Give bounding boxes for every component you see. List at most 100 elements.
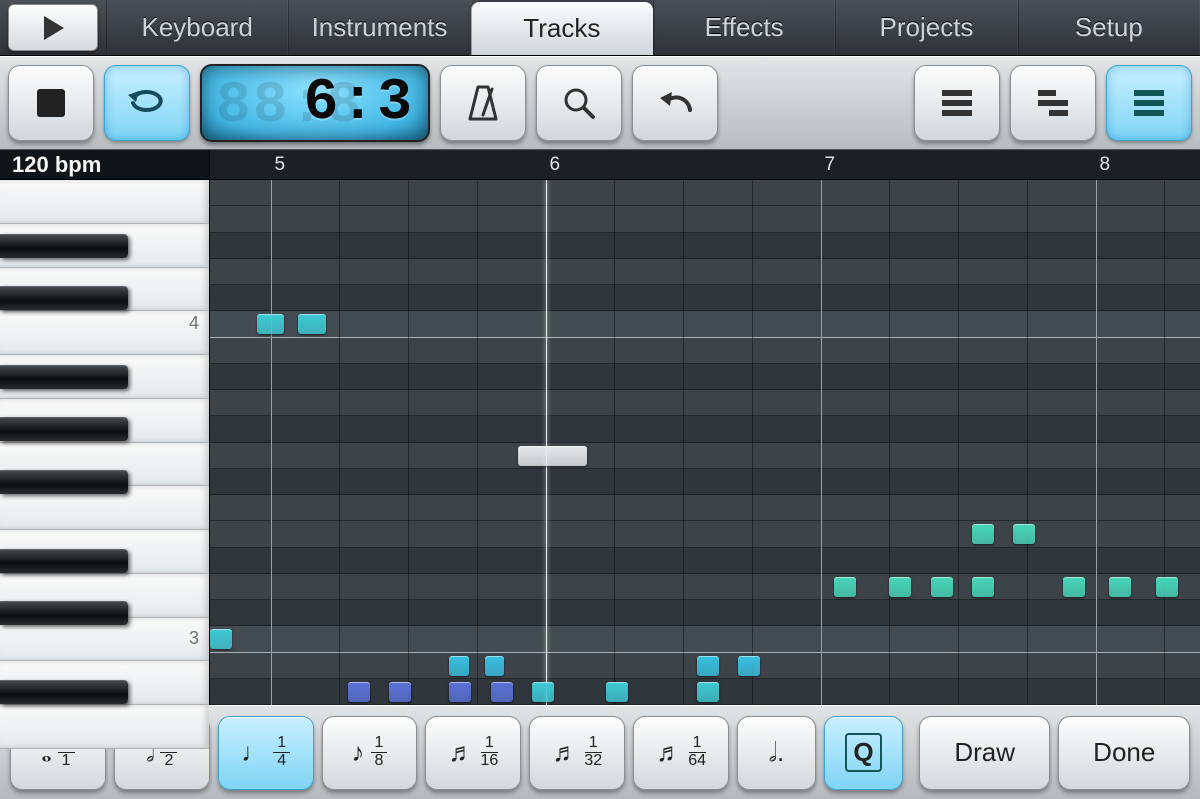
note[interactable] xyxy=(606,682,628,702)
note[interactable] xyxy=(1156,577,1178,597)
grid-row xyxy=(210,285,1200,311)
display-ghost: 88:8 xyxy=(216,74,363,139)
tab-instruments[interactable]: Instruments xyxy=(288,0,470,55)
quantize-icon: Q xyxy=(845,733,881,772)
note[interactable] xyxy=(1109,577,1131,597)
grid-row xyxy=(210,548,1200,574)
note[interactable] xyxy=(1013,524,1035,544)
note-glyph: ♩ xyxy=(241,737,267,768)
position-display[interactable]: 88:8 6:3 xyxy=(200,64,430,142)
beat-line xyxy=(614,180,615,705)
octave-label: 4 xyxy=(189,313,199,334)
note[interactable] xyxy=(348,682,370,702)
note[interactable] xyxy=(210,629,232,649)
bpm-display[interactable]: 120 bpm xyxy=(0,150,210,179)
note-length-1-4[interactable]: ♩14 xyxy=(218,716,314,790)
zoom-button[interactable] xyxy=(536,65,622,141)
note[interactable] xyxy=(889,577,911,597)
beat-line xyxy=(339,180,340,705)
note[interactable] xyxy=(449,656,468,676)
quantize-button[interactable]: Q xyxy=(824,716,903,790)
stop-button[interactable] xyxy=(8,65,94,141)
note[interactable] xyxy=(485,656,504,676)
metronome-icon xyxy=(466,83,500,123)
note-fraction: 116 xyxy=(480,735,498,770)
grid-row xyxy=(210,443,1200,469)
note[interactable] xyxy=(449,682,471,702)
note[interactable] xyxy=(972,577,994,597)
grid-row xyxy=(210,574,1200,600)
note[interactable] xyxy=(298,314,326,334)
grid-row xyxy=(210,180,1200,206)
black-key[interactable] xyxy=(0,549,128,573)
black-key[interactable] xyxy=(0,601,128,625)
grid-row xyxy=(210,390,1200,416)
tab-tracks[interactable]: Tracks xyxy=(471,2,653,55)
piano-keys[interactable]: 43 xyxy=(0,180,210,705)
note-fraction: 18 xyxy=(371,735,388,770)
octave-label: 3 xyxy=(189,628,199,649)
black-key[interactable] xyxy=(0,680,128,704)
white-key[interactable] xyxy=(0,311,209,355)
bar-label: 6 xyxy=(550,154,561,176)
black-key[interactable] xyxy=(0,365,128,389)
note[interactable] xyxy=(697,656,719,676)
note[interactable] xyxy=(931,577,953,597)
white-key[interactable] xyxy=(0,705,209,749)
tab-effects[interactable]: Effects xyxy=(653,0,835,55)
view-icon xyxy=(1131,86,1167,120)
tab-bar: KeyboardInstrumentsTracksEffectsProjects… xyxy=(0,0,1200,56)
note-length-1-64[interactable]: ♬164 xyxy=(633,716,729,790)
grid-row xyxy=(210,338,1200,364)
beat-line xyxy=(889,180,890,705)
grid-row xyxy=(210,495,1200,521)
undo-button[interactable] xyxy=(632,65,718,141)
loop-button[interactable] xyxy=(104,65,190,141)
tab-projects[interactable]: Projects xyxy=(835,0,1017,55)
beat-line xyxy=(408,180,409,705)
note[interactable] xyxy=(518,446,587,466)
view-mode-0[interactable] xyxy=(914,65,1000,141)
note[interactable] xyxy=(389,682,411,702)
grid-row xyxy=(210,521,1200,547)
black-key[interactable] xyxy=(0,417,128,441)
note[interactable] xyxy=(532,682,554,702)
black-key[interactable] xyxy=(0,470,128,494)
tab-setup[interactable]: Setup xyxy=(1018,0,1200,55)
note[interactable] xyxy=(257,314,285,334)
tab-keyboard[interactable]: Keyboard xyxy=(106,0,288,55)
note[interactable] xyxy=(972,524,994,544)
timeline-ruler[interactable]: 120 bpm 5678 xyxy=(0,150,1200,180)
note-length-1-8[interactable]: ♪18 xyxy=(322,716,418,790)
note[interactable] xyxy=(738,656,760,676)
view-mode-2[interactable] xyxy=(1106,65,1192,141)
dotted-note-button[interactable]: 𝅗𝅥. xyxy=(737,716,816,790)
white-key[interactable] xyxy=(0,180,209,224)
piano-roll: 120 bpm 5678 43 xyxy=(0,150,1200,705)
done-button[interactable]: Done xyxy=(1058,716,1190,790)
note[interactable] xyxy=(491,682,513,702)
note-length-1-32[interactable]: ♬132 xyxy=(529,716,625,790)
playhead[interactable] xyxy=(546,180,547,705)
bar-label: 8 xyxy=(1100,154,1111,176)
view-mode-1[interactable] xyxy=(1010,65,1096,141)
metronome-button[interactable] xyxy=(440,65,526,141)
note-grid[interactable] xyxy=(210,180,1200,705)
beat-line xyxy=(958,180,959,705)
stop-icon xyxy=(37,89,65,117)
note-length-1-16[interactable]: ♬116 xyxy=(425,716,521,790)
grid-row xyxy=(210,364,1200,390)
draw-button[interactable]: Draw xyxy=(919,716,1051,790)
grid-row xyxy=(210,311,1200,337)
beat-line xyxy=(752,180,753,705)
note[interactable] xyxy=(834,577,856,597)
note[interactable] xyxy=(697,682,719,702)
note-glyph: ♬ xyxy=(656,737,682,768)
beat-line xyxy=(477,180,478,705)
grid-row xyxy=(210,626,1200,652)
view-icon xyxy=(1035,86,1071,120)
black-key[interactable] xyxy=(0,234,128,258)
black-key[interactable] xyxy=(0,286,128,310)
note[interactable] xyxy=(1063,577,1085,597)
play-button[interactable] xyxy=(8,4,98,51)
